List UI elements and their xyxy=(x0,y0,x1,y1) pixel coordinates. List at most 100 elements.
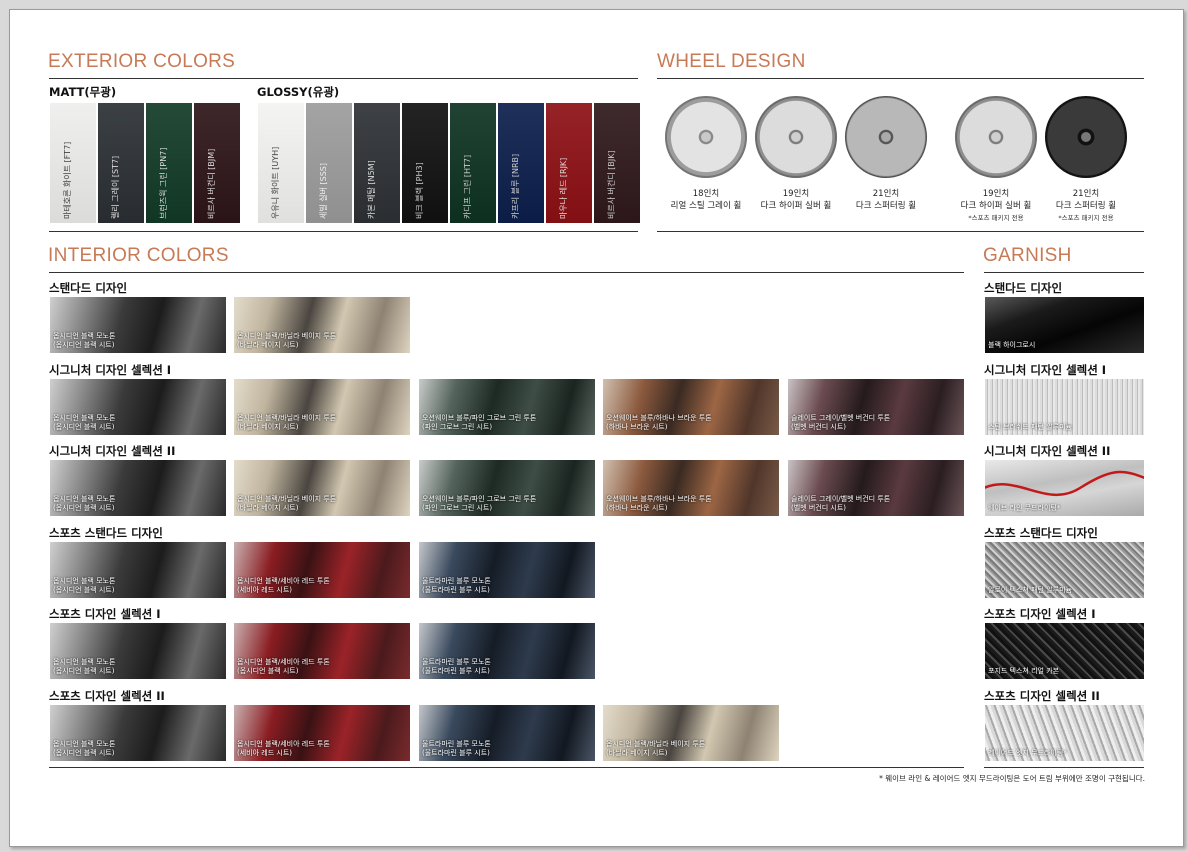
color-swatch: 마우나 레드 [RJK] xyxy=(546,103,592,223)
interior-caption-line2: (옵시디언 블랙 시트) xyxy=(53,667,115,676)
wheel-item: 21인치 다크 스퍼터링 휠 xyxy=(841,96,931,212)
color-swatch: 세빌 실버 [SSS] xyxy=(306,103,352,223)
interior-thumbnail: 옵시디언 블랙/세비아 레드 투톤 (세비아 레드 시트) xyxy=(234,541,410,598)
interior-caption-line1: 옵시디언 블랙 모노톤 xyxy=(53,495,116,504)
wheel-size: 19인치 xyxy=(782,189,810,199)
interior-caption: 옵시디언 블랙/바닐라 베이지 투톤 (바닐라 베이지 시트) xyxy=(606,740,705,758)
interior-row-label: 스포츠 스탠다드 디자인 xyxy=(49,525,163,540)
interior-thumbnail: 울트라마린 블루 모노톤 (울트라마린 블루 시트) xyxy=(419,541,595,598)
interior-caption-line2: (울트라마린 블루 시트) xyxy=(422,749,490,757)
interior-caption-line2: (옵시디언 블랙 시트) xyxy=(53,749,115,757)
interior-caption: 옵시디언 블랙 모노톤 (옵시디언 블랙 시트) xyxy=(53,332,115,350)
interior-caption: 오션웨이브 블루/파인 그로브 그린 투톤 (파인 그로브 그린 시트) xyxy=(422,414,536,432)
wheel-name: 다크 스퍼터링 휠 xyxy=(855,201,917,211)
interior-caption: 옵시디언 블랙/바닐라 베이지 투톤 (바닐라 베이지 시트) xyxy=(237,332,336,350)
interior-caption-line1: 울트라마린 블루 모노톤 xyxy=(422,740,491,748)
interior-caption-line1: 옵시디언 블랙/바닐라 베이지 투톤 xyxy=(237,495,337,504)
interior-caption-line1: 옵시디언 블랙/바닐라 베이지 투톤 xyxy=(237,332,337,340)
interior-caption-line1: 오션웨이브 블루/하바나 브라운 투톤 xyxy=(606,413,712,422)
interior-thumbnail: 슬레이트 그레이/벨벳 버건디 투톤 (벨벳 버건디 시트) xyxy=(788,378,964,435)
color-swatch: 우유니 화이트 [UYH] xyxy=(258,103,304,223)
garnish-caption: 블랙 하이그로시 xyxy=(988,341,1036,349)
glossy-label: GLOSSY(유광) xyxy=(257,85,340,99)
interior-caption: 오션웨이브 블루/하바나 브라운 투톤 (하바나 브라운 시트) xyxy=(606,495,712,513)
color-swatch-label: 마우나 레드 [RJK] xyxy=(559,157,568,219)
interior-title: INTERIOR COLORS xyxy=(48,245,229,266)
color-swatch-label: 카디프 그린 [HT7] xyxy=(463,154,472,219)
interior-caption-line2: (하바나 브라운 시트) xyxy=(606,504,668,513)
interior-caption-line2: (옵시디언 블랙 시트) xyxy=(237,667,299,676)
interior-caption-line1: 오션웨이브 블루/파인 그로브 그린 투톤 xyxy=(422,495,537,504)
interior-thumbnail: 옵시디언 블랙/바닐라 베이지 투톤 (바닐라 베이지 시트) xyxy=(603,705,779,761)
color-swatch-label: 렐리 그레이 [ST7] xyxy=(111,155,120,219)
divider xyxy=(657,231,1144,232)
garnish-caption: 웨이브 라인 무드라이팅* xyxy=(988,504,1061,513)
garnish-swatch: 레이어드 엣지 무드라이팅* xyxy=(985,705,1144,761)
interior-caption-line2: (옵시디언 블랙 시트) xyxy=(53,422,115,431)
color-swatch-label: 비르사 버건디 [BJM] xyxy=(207,148,216,219)
garnish-caption: 포지드 텍스쳐 리얼 카본 xyxy=(988,667,1060,676)
interior-thumbnail: 옵시디언 블랙 모노톤 (옵시디언 블랙 시트) xyxy=(50,705,226,761)
color-swatch: 렐리 그레이 [ST7] xyxy=(98,103,144,223)
color-swatch-label: 카프리 블루 [NRB] xyxy=(511,153,520,219)
interior-thumbnail: 오션웨이브 블루/하바나 브라운 투톤 (하바나 브라운 시트) xyxy=(603,378,779,435)
interior-thumbnail: 오션웨이브 블루/파인 그로브 그린 투톤 (파인 그로브 그린 시트) xyxy=(419,460,595,517)
interior-thumbnail: 옵시디언 블랙 모노톤 (옵시디언 블랙 시트) xyxy=(50,378,226,435)
garnish-swatch: 블랙 하이그로시 xyxy=(985,297,1144,353)
interior-caption-line1: 옵시디언 블랙/세비아 레드 투톤 xyxy=(237,658,330,667)
color-swatch-label: 비크 블랙 [PH3] xyxy=(415,162,424,219)
interior-caption: 옵시디언 블랙/바닐라 베이지 투톤 (바닐라 베이지 시트) xyxy=(237,414,336,432)
garnish-row-label: 스포츠 디자인 셀렉션 II xyxy=(984,689,1100,703)
footnote: * 웨이브 라인 & 레이어드 엣지 무드라이팅은 도어 트림 부위에만 조명이… xyxy=(879,774,1145,783)
interior-thumbnail: 옵시디언 블랙 모노톤 (옵시디언 블랙 시트) xyxy=(50,541,226,598)
interior-caption-line1: 옵시디언 블랙/바닐라 베이지 투톤 xyxy=(606,740,706,748)
interior-caption-line2: (하바나 브라운 시트) xyxy=(606,422,668,431)
interior-caption-line2: (벨벳 버건디 시트) xyxy=(791,504,846,513)
interior-row-label: 스포츠 디자인 셀렉션 II xyxy=(49,689,165,703)
divider xyxy=(657,78,1144,79)
garnish-swatch: 스틴 브러쉬드 패턴 알루미늄 xyxy=(985,378,1144,435)
wheel-note: *스포츠 패키지 전용 xyxy=(968,214,1024,222)
interior-caption-line1: 슬레이트 그레이/벨벳 버건디 투톤 xyxy=(791,495,891,504)
interior-caption: 옵시디언 블랙 모노톤 (옵시디언 블랙 시트) xyxy=(53,740,115,758)
interior-caption-line1: 오션웨이브 블루/파인 그로브 그린 투톤 xyxy=(422,413,537,422)
interior-caption-line1: 옵시디언 블랙 모노톤 xyxy=(53,740,116,748)
interior-caption: 옵시디언 블랙/세비아 레드 투톤 (세비아 레드 시트) xyxy=(237,577,330,595)
garnish-swatch: 포지드 텍스쳐 리얼 카본 xyxy=(985,623,1144,680)
interior-row-label: 스포츠 디자인 셀렉션 I xyxy=(49,607,161,622)
interior-caption-line2: (옵시디언 블랙 시트) xyxy=(53,341,115,349)
wheel-size: 19인치 xyxy=(982,189,1010,199)
garnish-title: GARNISH xyxy=(983,245,1072,266)
garnish-caption: 알로이 텍스쳐 패턴 알루미늄 xyxy=(988,585,1072,594)
divider xyxy=(49,767,964,768)
interior-caption-line1: 옵시디언 블랙/바닐라 베이지 투톤 xyxy=(237,413,337,422)
interior-caption-line2: (바닐라 베이지 시트) xyxy=(606,749,668,757)
color-swatch: 카본 메탈 [N5M] xyxy=(354,103,400,223)
wheel-image xyxy=(665,96,747,178)
interior-caption-line2: (울트라마린 블루 시트) xyxy=(422,585,490,594)
color-swatch-label: 마테호른 화이트 [FT7] xyxy=(63,141,72,219)
color-swatch-label: 세빌 실버 [SSS] xyxy=(319,162,328,219)
interior-caption-line1: 울트라마린 블루 모노톤 xyxy=(422,658,491,667)
interior-caption-line2: (바닐라 베이지 시트) xyxy=(237,504,299,513)
wheel-name: 다크 하이퍼 실버 휠 xyxy=(760,201,832,211)
interior-thumbnail: 옵시디언 블랙/세비아 레드 투톤 (세비아 레드 시트) xyxy=(234,705,410,761)
color-swatch-label: 비르사 버건디 [BJK] xyxy=(607,150,616,219)
garnish-row-label: 스탠다드 디자인 xyxy=(984,281,1063,295)
wheel-note: *스포츠 패키지 전용 xyxy=(1058,214,1114,222)
color-swatch-label: 브런즈윅 그린 [PN7] xyxy=(159,147,168,219)
interior-caption-line2: (옵시디언 블랙 시트) xyxy=(53,585,115,594)
interior-caption-line2: (울트라마린 블루 시트) xyxy=(422,667,490,676)
interior-caption: 옵시디언 블랙 모노톤 (옵시디언 블랙 시트) xyxy=(53,658,115,676)
interior-caption-line2: (파인 그로브 그린 시트) xyxy=(422,504,493,513)
garnish-row-label: 시그니처 디자인 셀렉션 I xyxy=(984,362,1107,377)
interior-caption: 슬레이트 그레이/벨벳 버건디 투톤 (벨벳 버건디 시트) xyxy=(791,495,890,513)
color-swatch: 카디프 그린 [HT7] xyxy=(450,103,496,223)
interior-caption: 옵시디언 블랙 모노톤 (옵시디언 블랙 시트) xyxy=(53,577,115,595)
garnish-swatch: 웨이브 라인 무드라이팅* xyxy=(985,460,1144,517)
interior-caption: 울트라마린 블루 모노톤 (울트라마린 블루 시트) xyxy=(422,740,491,758)
garnish-caption: 스틴 브러쉬드 패턴 알루미늄 xyxy=(988,422,1072,431)
garnish-swatch: 알로이 텍스쳐 패턴 알루미늄 xyxy=(985,541,1144,598)
wheel-size: 21인치 xyxy=(1072,189,1100,199)
garnish-row-label: 스포츠 스탠다드 디자인 xyxy=(984,525,1098,540)
